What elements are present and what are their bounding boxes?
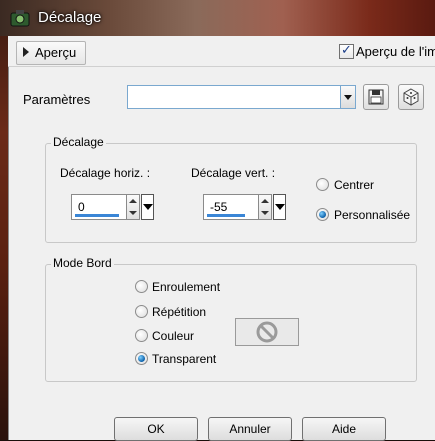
arrow-up-icon bbox=[261, 199, 269, 203]
vertical-offset-spinner[interactable]: -55 bbox=[203, 194, 288, 220]
radio-repeat[interactable] bbox=[135, 305, 148, 318]
save-preset-button[interactable] bbox=[363, 84, 389, 110]
horizontal-offset-label: Décalage horiz. : bbox=[60, 166, 151, 180]
preview-toggle-label: Aperçu bbox=[35, 45, 77, 60]
horizontal-offset-input[interactable]: 0 bbox=[71, 194, 127, 220]
color-swatch[interactable] bbox=[235, 318, 299, 346]
arrow-up-icon bbox=[129, 199, 137, 203]
ok-button[interactable]: OK bbox=[114, 417, 198, 441]
radio-wrap[interactable] bbox=[135, 280, 148, 293]
cancel-button[interactable]: Annuler bbox=[208, 417, 292, 441]
checkmark-icon: ✓ bbox=[341, 42, 352, 57]
horizontal-offset-stepper[interactable] bbox=[127, 194, 140, 220]
horizontal-offset-slider-bar bbox=[75, 214, 119, 217]
chevron-down-icon bbox=[143, 204, 153, 210]
radio-color-label: Couleur bbox=[152, 329, 195, 343]
radio-repeat-label: Répétition bbox=[152, 305, 207, 319]
vertical-offset-dropdown[interactable] bbox=[273, 194, 286, 220]
title-bar[interactable]: Décalage bbox=[0, 0, 435, 36]
vertical-offset-label: Décalage vert. : bbox=[191, 166, 276, 180]
parameters-label: Paramètres bbox=[23, 92, 91, 107]
radio-center[interactable] bbox=[316, 178, 329, 191]
window-title: Décalage bbox=[38, 9, 102, 26]
preview-checkbox[interactable]: ✓ bbox=[339, 42, 354, 59]
preview-checkbox-label: Aperçu de l'im bbox=[356, 44, 435, 59]
radio-custom[interactable] bbox=[316, 208, 329, 221]
horizontal-offset-value: 0 bbox=[78, 200, 85, 214]
random-preset-button[interactable] bbox=[398, 84, 424, 110]
radio-custom-label: Personnalisée bbox=[334, 208, 411, 222]
offset-group-title: Décalage bbox=[51, 135, 106, 149]
vertical-offset-value: -55 bbox=[210, 200, 228, 214]
chevron-down-icon bbox=[344, 95, 352, 100]
radio-wrap-label: Enroulement bbox=[152, 280, 221, 294]
vertical-offset-stepper[interactable] bbox=[259, 194, 272, 220]
edge-mode-group-title: Mode Bord bbox=[51, 256, 114, 270]
parameters-dropdown-button[interactable] bbox=[340, 86, 355, 108]
preview-toggle-button[interactable]: Aperçu bbox=[16, 41, 86, 65]
vertical-offset-input[interactable]: -55 bbox=[203, 194, 259, 220]
vertical-offset-slider-bar bbox=[207, 214, 245, 217]
horizontal-offset-dropdown[interactable] bbox=[141, 194, 154, 220]
radio-transparent[interactable] bbox=[135, 352, 148, 365]
edge-mode-group bbox=[45, 264, 417, 382]
dice-icon bbox=[403, 88, 419, 106]
offset-group bbox=[45, 143, 417, 243]
radio-color[interactable] bbox=[135, 329, 148, 342]
radio-transparent-label: Transparent bbox=[152, 352, 217, 366]
radio-center-label: Centrer bbox=[334, 178, 375, 192]
arrow-down-icon bbox=[129, 211, 137, 215]
no-color-icon bbox=[256, 321, 278, 343]
help-button[interactable]: Aide bbox=[302, 417, 386, 441]
parameters-combobox[interactable] bbox=[127, 85, 356, 109]
arrow-down-icon bbox=[261, 211, 269, 215]
save-icon bbox=[368, 89, 384, 105]
chevron-down-icon bbox=[275, 204, 285, 210]
horizontal-offset-spinner[interactable]: 0 bbox=[71, 194, 156, 220]
expand-arrow-icon bbox=[23, 47, 29, 57]
app-icon bbox=[10, 10, 30, 27]
